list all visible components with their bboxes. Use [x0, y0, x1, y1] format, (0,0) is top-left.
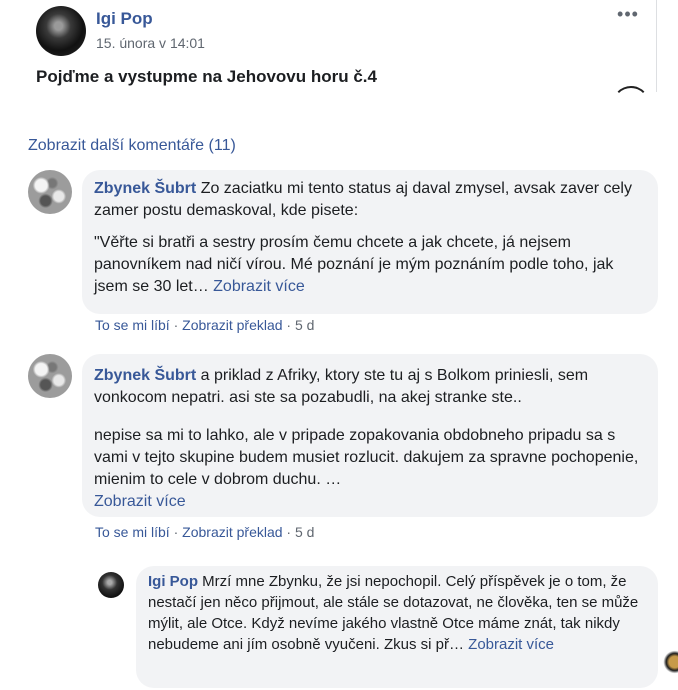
post-text: Pojďme a vystupme na Jehovovu horu č.4 [36, 67, 377, 86]
view-more-comments-link[interactable]: Zobrazit další komentáře (11) [28, 137, 236, 155]
reply-author-avatar[interactable] [98, 572, 124, 598]
separator: · [282, 524, 295, 540]
comment-age[interactable]: 5 d [295, 524, 314, 540]
commenter-avatar[interactable] [28, 354, 72, 398]
comment-actions: To se mi líbí · Zobrazit překlad · 5 d [95, 317, 314, 333]
commenter-avatar[interactable] [28, 170, 72, 214]
see-more-link[interactable]: Zobrazit více [468, 636, 554, 653]
comment-bubble: Zbynek Šubrt a priklad z Afriky, ktory s… [82, 354, 658, 517]
commenter-name[interactable]: Zbynek Šubrt [94, 180, 196, 197]
comment-age[interactable]: 5 d [295, 317, 314, 333]
like-link[interactable]: To se mi líbí [95, 317, 170, 333]
translate-link[interactable]: Zobrazit překlad [182, 524, 282, 540]
post-author-name[interactable]: Igi Pop [96, 9, 153, 29]
see-more-link[interactable]: Zobrazit více [213, 278, 305, 295]
comment-text: Zbynek Šubrt Zo zaciatku mi tento status… [94, 178, 646, 222]
post-card: Igi Pop 15. února v 14:01 ••• Pojďme a v… [0, 0, 657, 92]
comment-actions: To se mi líbí · Zobrazit překlad · 5 d [95, 524, 314, 540]
comment-text-continued: nepise sa mi to lahko, ale v pripade zop… [94, 425, 646, 513]
post-timestamp[interactable]: 15. února v 14:01 [96, 35, 205, 51]
translate-link[interactable]: Zobrazit překlad [182, 317, 282, 333]
more-options-icon[interactable]: ••• [614, 4, 642, 24]
reply-bubble: Igi Pop Mrzí mne Zbynku, že jsi nepochop… [136, 566, 658, 688]
author-avatar[interactable] [36, 6, 86, 56]
comment-quote-text: "Věřte si bratři a sestry prosím čemu ch… [94, 234, 614, 295]
separator: · [169, 317, 183, 333]
see-more-link[interactable]: Zobrazit více [94, 493, 186, 510]
partial-avatar-icon [612, 86, 650, 124]
separator: · [282, 317, 295, 333]
comment-bubble: Zbynek Šubrt Zo zaciatku mi tento status… [82, 170, 658, 314]
reply-author-name[interactable]: Igi Pop [148, 573, 198, 590]
separator: · [169, 524, 183, 540]
comment-quote: "Věřte si bratři a sestry prosím čemu ch… [94, 232, 646, 298]
partial-avatar-icon [662, 648, 678, 676]
reply-text-part: Mrzí mne Zbynku, že jsi nepochopil. Celý… [148, 573, 639, 653]
comment-text: Zbynek Šubrt a priklad z Afriky, ktory s… [94, 365, 646, 409]
commenter-name[interactable]: Zbynek Šubrt [94, 367, 196, 384]
reply-text: Igi Pop Mrzí mne Zbynku, že jsi nepochop… [148, 571, 648, 655]
comment-text-part: nepise sa mi to lahko, ale v pripade zop… [94, 427, 639, 488]
like-link[interactable]: To se mi líbí [95, 524, 170, 540]
